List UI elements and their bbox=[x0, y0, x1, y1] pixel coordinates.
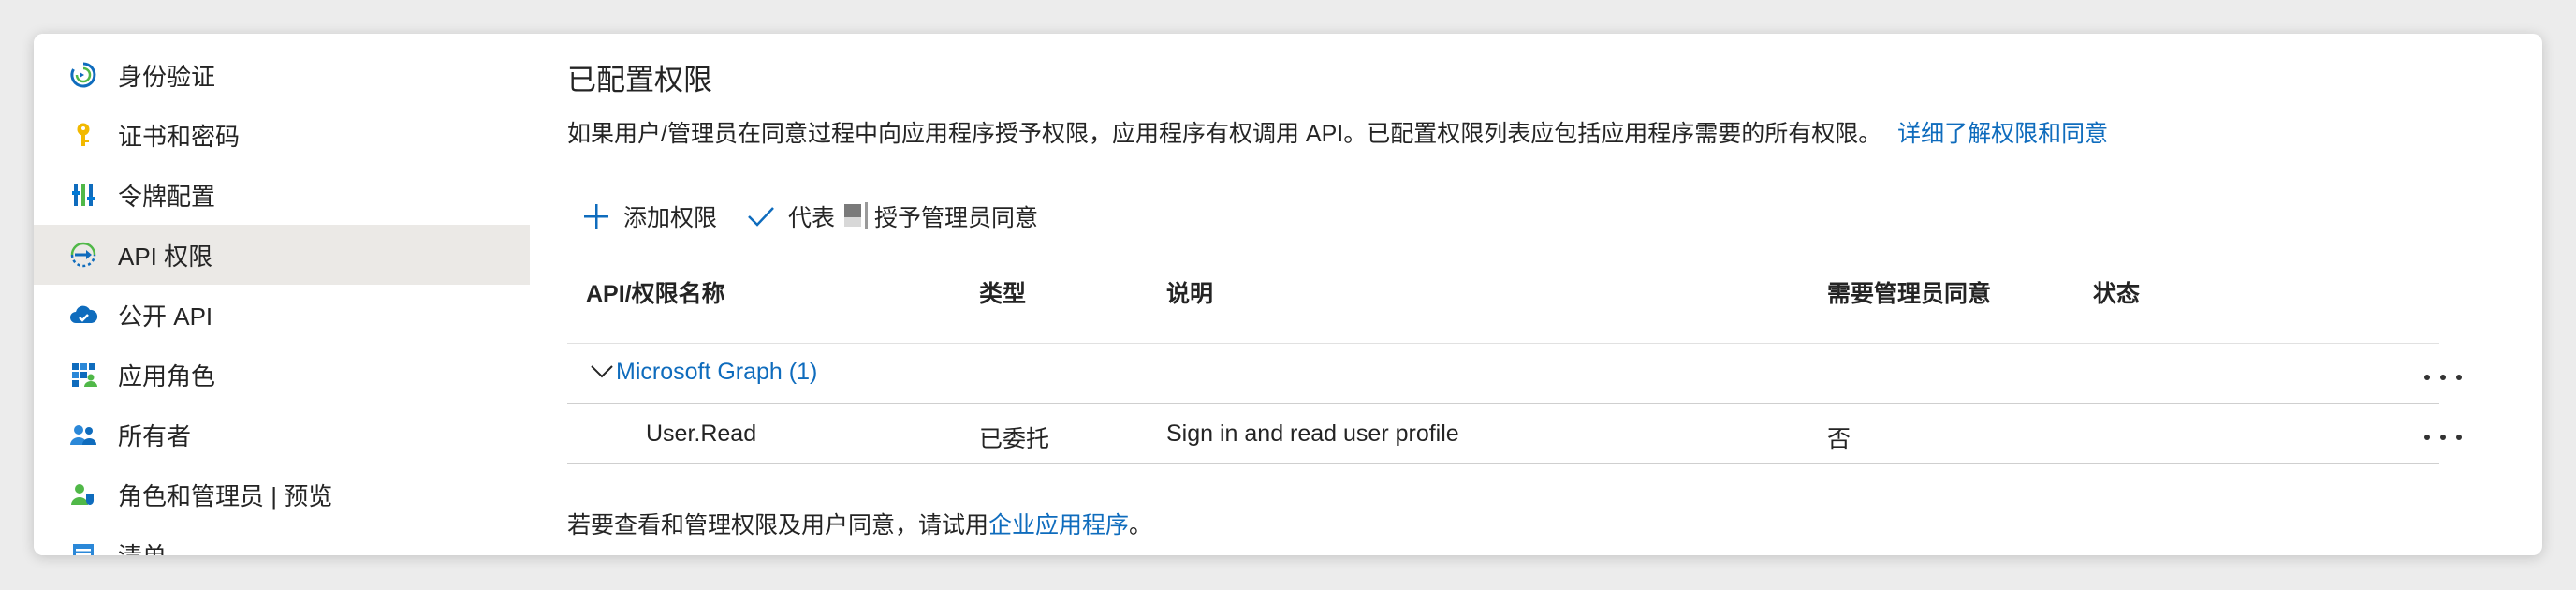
add-permission-button[interactable]: 添加权限 bbox=[580, 199, 717, 233]
sidebar-item-owners[interactable]: 所有者 bbox=[34, 405, 530, 465]
sidebar-item-authentication[interactable]: 身份验证 bbox=[34, 45, 530, 105]
footer-note: 若要查看和管理权限及用户同意，请试用企业应用程序。 bbox=[567, 507, 1152, 540]
enterprise-apps-link[interactable]: 企业应用程序 bbox=[988, 512, 1129, 538]
sidebar-item-roles-admins[interactable]: 角色和管理员 | 预览 bbox=[34, 465, 530, 524]
page-title: 已配置权限 bbox=[567, 64, 712, 96]
sidebar-item-api-permissions[interactable]: API 权限 bbox=[34, 225, 530, 285]
column-header-status: 状态 bbox=[2093, 281, 2141, 307]
key-icon bbox=[67, 119, 99, 151]
permission-description: Sign in and read user profile bbox=[1166, 420, 1459, 447]
add-permission-label: 添加权限 bbox=[623, 205, 718, 231]
chevron-down-icon bbox=[588, 358, 616, 386]
description: 如果用户/管理员在同意过程中向应用程序授予权限，应用程序有权调用 API。已配置… bbox=[567, 115, 2108, 149]
learn-more-link[interactable]: 详细了解权限和同意 bbox=[1897, 121, 2108, 147]
sidebar-item-label: 令牌配置 bbox=[118, 182, 216, 211]
sidebar-item-expose-api[interactable]: 公开 API bbox=[34, 285, 530, 345]
sidebar-item-label: 身份验证 bbox=[118, 62, 216, 91]
table-divider bbox=[567, 463, 2439, 464]
sidebar: 身份验证 证书和密码 令牌配置 API 权限 公开 API 应用角色 所有者 角… bbox=[34, 34, 530, 555]
sidebar-item-label: 应用角色 bbox=[118, 361, 216, 391]
grant-suffix-label: 授予管理员同意 bbox=[874, 205, 1039, 231]
list-icon bbox=[67, 538, 99, 555]
main-content: 已配置权限 如果用户/管理员在同意过程中向应用程序授予权限，应用程序有权调用 A… bbox=[567, 34, 2542, 555]
sidebar-item-certificates[interactable]: 证书和密码 bbox=[34, 105, 530, 165]
grant-admin-consent-button[interactable]: 代表 授予管理员同意 bbox=[745, 199, 1038, 233]
api-arrow-icon bbox=[67, 239, 99, 271]
group-more-options-icon[interactable] bbox=[2424, 363, 2462, 391]
sidebar-item-manifest[interactable]: 清单 bbox=[34, 524, 530, 555]
plus-icon bbox=[580, 200, 612, 232]
permission-name-link[interactable]: User.Read bbox=[646, 420, 756, 448]
token-bars-icon bbox=[67, 179, 99, 211]
footer-suffix: 。 bbox=[1129, 512, 1153, 538]
sidebar-item-label: 所有者 bbox=[118, 421, 192, 450]
column-header-description: 说明 bbox=[1166, 281, 1214, 307]
checkmark-icon bbox=[745, 200, 777, 232]
column-header-admin-consent: 需要管理员同意 bbox=[1827, 281, 1992, 307]
row-more-options-icon[interactable] bbox=[2424, 423, 2462, 451]
description-text: 如果用户/管理员在同意过程中向应用程序授予权限，应用程序有权调用 API。已配置… bbox=[567, 121, 1882, 147]
grant-prefix-label: 代表 bbox=[788, 205, 836, 231]
auth-refresh-icon bbox=[67, 59, 99, 91]
permission-admin-consent: 否 bbox=[1827, 426, 1852, 452]
cloud-icon bbox=[67, 299, 99, 331]
tenant-placeholder-icon bbox=[841, 200, 869, 232]
app-window: 身份验证 证书和密码 令牌配置 API 权限 公开 API 应用角色 所有者 角… bbox=[34, 34, 2542, 555]
sidebar-item-label: 角色和管理员 | 预览 bbox=[118, 481, 333, 510]
person-shield-icon bbox=[67, 479, 99, 510]
sidebar-item-label: 公开 API bbox=[118, 302, 213, 331]
footer-prefix: 若要查看和管理权限及用户同意，请试用 bbox=[567, 512, 989, 538]
sidebar-item-label: 证书和密码 bbox=[118, 122, 241, 151]
sidebar-item-token-config[interactable]: 令牌配置 bbox=[34, 165, 530, 225]
table-divider bbox=[567, 343, 2439, 344]
column-header-name: API/权限名称 bbox=[586, 281, 725, 307]
grid-people-icon bbox=[67, 359, 99, 391]
permission-type: 已委托 bbox=[979, 426, 1050, 452]
sidebar-item-label: API 权限 bbox=[118, 242, 213, 271]
column-header-type: 类型 bbox=[979, 281, 1027, 307]
sidebar-item-label: 清单 bbox=[118, 538, 167, 556]
sidebar-item-app-roles[interactable]: 应用角色 bbox=[34, 345, 530, 405]
toolbar: 添加权限 代表 授予管理员同意 bbox=[567, 193, 1038, 240]
group-row-toggle[interactable]: Microsoft Graph (1) bbox=[588, 358, 817, 386]
people-icon bbox=[67, 419, 99, 450]
table-divider bbox=[567, 403, 2439, 404]
group-label-microsoft-graph[interactable]: Microsoft Graph (1) bbox=[616, 359, 817, 386]
